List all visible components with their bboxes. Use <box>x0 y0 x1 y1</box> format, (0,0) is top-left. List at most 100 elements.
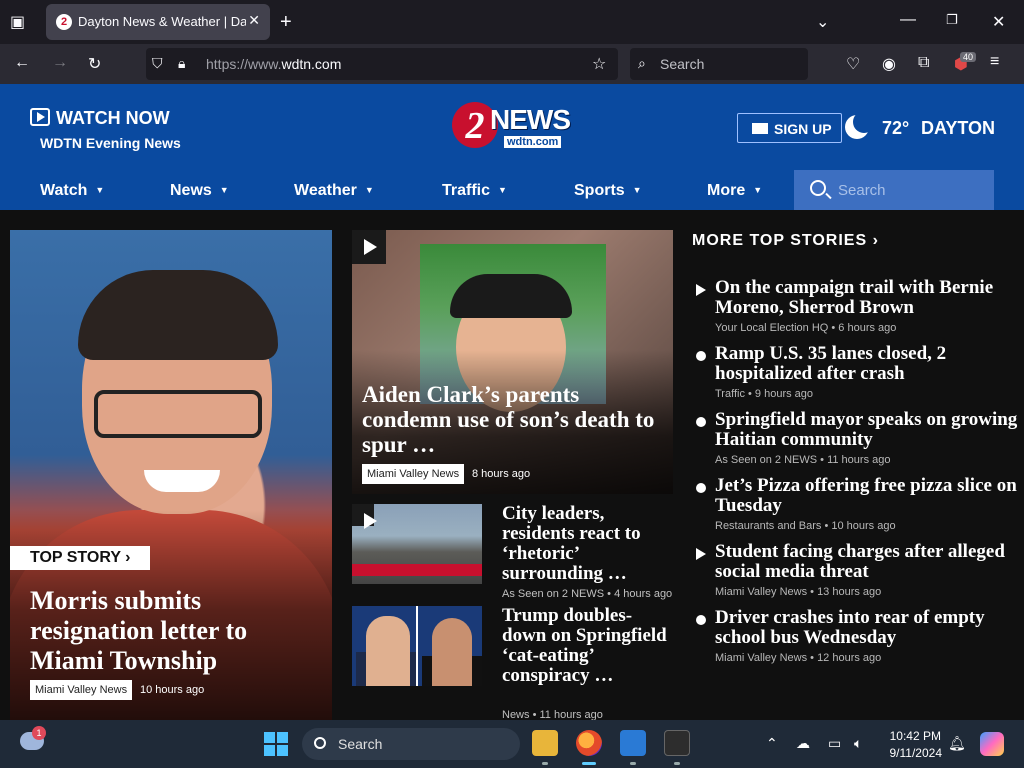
story-meta: Restaurants and Bars • 10 hours ago <box>715 520 896 532</box>
story-source[interactable]: As Seen on 2 NEWS <box>715 454 817 466</box>
weather-city[interactable]: DAYTON <box>921 118 995 139</box>
site-logo[interactable]: 2 NEWS wdtn.com <box>452 102 574 152</box>
file-explorer-icon[interactable] <box>532 730 558 756</box>
story-source[interactable]: Traffic <box>715 388 745 400</box>
envelope-icon <box>752 123 768 134</box>
story-source[interactable]: News <box>502 709 530 720</box>
search-icon <box>810 180 826 196</box>
chevron-up-icon[interactable]: ⌃ <box>766 735 778 752</box>
caret-down-icon: ▼ <box>95 185 105 195</box>
story-time: 12 hours ago <box>817 652 882 664</box>
extension-badge: 40 <box>960 52 977 62</box>
notification-bell-icon[interactable]: 🔔︎ <box>948 735 966 752</box>
video-play-icon[interactable] <box>352 230 386 264</box>
account-icon[interactable]: ◉ <box>882 54 896 74</box>
back-icon[interactable]: ← <box>14 54 30 72</box>
story-thumbnail[interactable] <box>352 504 482 584</box>
forward-icon[interactable]: → <box>52 54 68 72</box>
browser-tab[interactable]: 2 Dayton News & Weather | Dayton ✕ <box>46 4 270 40</box>
browser-tab-bar: ▣ 2 Dayton News & Weather | Dayton ✕ + ⌄… <box>0 0 1024 44</box>
story-source[interactable]: Miami Valley News <box>715 586 807 598</box>
feature-story-source[interactable]: Miami Valley News <box>362 464 465 484</box>
clock-date[interactable]: 9/11/2024 <box>882 746 943 760</box>
nav-watch[interactable]: Watch ▼ <box>40 182 104 200</box>
display-icon[interactable]: ▭ <box>828 735 841 752</box>
bookmark-star-icon[interactable]: ☆ <box>592 54 606 74</box>
weather-temperature[interactable]: 72° <box>882 118 909 139</box>
story-source[interactable]: Your Local Election HQ <box>715 322 828 334</box>
close-tab-icon[interactable]: ✕ <box>248 12 260 29</box>
minimize-icon[interactable]: — <box>900 11 916 29</box>
caret-down-icon: ▼ <box>219 185 229 195</box>
network-icon[interactable]: ☁ <box>796 735 810 752</box>
sign-up-button[interactable]: SIGN UP <box>737 113 842 143</box>
story-time: 13 hours ago <box>817 586 882 598</box>
wdtn-favicon-icon: 2 <box>56 14 72 30</box>
nav-more[interactable]: More ▼ <box>707 182 762 200</box>
list-all-tabs-icon[interactable]: ⌄ <box>816 12 829 32</box>
thumbnail-divider <box>416 606 418 686</box>
app-indicator <box>542 762 548 765</box>
nav-sports[interactable]: Sports ▼ <box>574 182 642 200</box>
app-indicator <box>674 762 680 765</box>
browser-search-placeholder: Search <box>660 56 705 72</box>
top-story-source[interactable]: Miami Valley News <box>30 680 133 700</box>
terminal-icon[interactable] <box>664 730 690 756</box>
story-source[interactable]: Miami Valley News <box>715 652 807 664</box>
feature-story-headline[interactable]: Aiden Clark’s parents condemn use of son… <box>362 382 667 457</box>
search-icon <box>314 737 326 749</box>
taskbar-search-input[interactable]: Search <box>302 728 520 760</box>
feature-story-card[interactable]: Aiden Clark’s parents condemn use of son… <box>352 230 673 494</box>
volume-muted-icon[interactable]: 🔈︎ <box>854 735 862 752</box>
top-story-headline[interactable]: Morris submits resignation letter to Mia… <box>30 586 320 676</box>
story-meta: Miami Valley News • 12 hours ago <box>715 652 882 664</box>
tab-list-icon[interactable]: ▣ <box>10 12 25 32</box>
restore-icon[interactable]: ❐ <box>946 12 958 28</box>
dot-bullet-icon <box>696 351 706 361</box>
story-thumbnail[interactable] <box>352 606 482 686</box>
secondary-story-headline[interactable]: Trump doubles-down on Springfield ‘cat-e… <box>502 606 672 686</box>
watch-now-link[interactable]: WATCH NOW <box>30 108 170 129</box>
story-headline[interactable]: Driver crashes into rear of empty school… <box>715 608 1020 648</box>
close-window-icon[interactable]: ✕ <box>992 12 1005 32</box>
dot-bullet-icon <box>696 483 706 493</box>
caret-down-icon: ▼ <box>498 185 507 195</box>
story-source[interactable]: As Seen on 2 NEWS <box>502 588 604 600</box>
story-headline[interactable]: Jet’s Pizza offering free pizza slice on… <box>715 476 1020 516</box>
story-headline[interactable]: Student facing charges after alleged soc… <box>715 542 1020 582</box>
top-story-label[interactable]: TOP STORY › <box>10 546 151 570</box>
sign-up-label: SIGN UP <box>774 121 832 137</box>
pocket-icon[interactable]: ♡ <box>846 54 860 74</box>
top-story-label-text: TOP STORY <box>30 549 121 566</box>
nav-traffic[interactable]: Traffic ▼ <box>442 182 507 200</box>
copilot-icon[interactable] <box>980 732 1004 756</box>
more-title-text: MORE TOP STORIES <box>692 232 868 249</box>
story-time: 9 hours ago <box>754 388 814 400</box>
site-search-input[interactable]: Search <box>794 170 994 210</box>
story-source[interactable]: Restaurants and Bars <box>715 520 821 532</box>
story-headline[interactable]: Ramp U.S. 35 lanes closed, 2 hospitalize… <box>715 344 1020 384</box>
clock-time[interactable]: 10:42 PM <box>885 729 941 743</box>
new-tab-icon[interactable]: + <box>280 11 292 34</box>
menu-icon[interactable]: ≡ <box>990 53 999 71</box>
firefox-icon[interactable] <box>576 730 602 756</box>
story-time: 4 hours ago <box>614 588 673 600</box>
nav-weather[interactable]: Weather ▼ <box>294 182 374 200</box>
browser-search-bar[interactable]: ⌕ Search <box>630 48 808 80</box>
windows-start-icon[interactable] <box>264 732 288 756</box>
secondary-story-headline[interactable]: City leaders, residents react to ‘rhetor… <box>502 504 672 584</box>
url-bar[interactable]: ⛉ 🔒︎ https://www.wdtn.com ☆ <box>146 48 618 80</box>
video-play-icon[interactable] <box>352 504 377 529</box>
extensions-icon[interactable]: ⧉ <box>918 54 929 72</box>
evening-news-link[interactable]: WDTN Evening News <box>40 135 181 151</box>
story-headline[interactable]: Springfield mayor speaks on growing Hait… <box>715 410 1020 450</box>
more-top-stories-title[interactable]: MORE TOP STORIES › <box>692 232 879 250</box>
nav-news[interactable]: News ▼ <box>170 182 229 200</box>
shield-icon[interactable]: ⛉ <box>152 55 163 72</box>
top-story-card[interactable]: TOP STORY › Morris submits resignation l… <box>10 230 332 720</box>
story-headline[interactable]: On the campaign trail with Bernie Moreno… <box>715 278 1020 318</box>
lock-icon[interactable]: 🔒︎ <box>178 55 185 72</box>
outlook-icon[interactable] <box>620 730 646 756</box>
reload-icon[interactable]: ↻ <box>88 54 101 74</box>
url-text[interactable]: https://www.wdtn.com <box>206 56 341 72</box>
